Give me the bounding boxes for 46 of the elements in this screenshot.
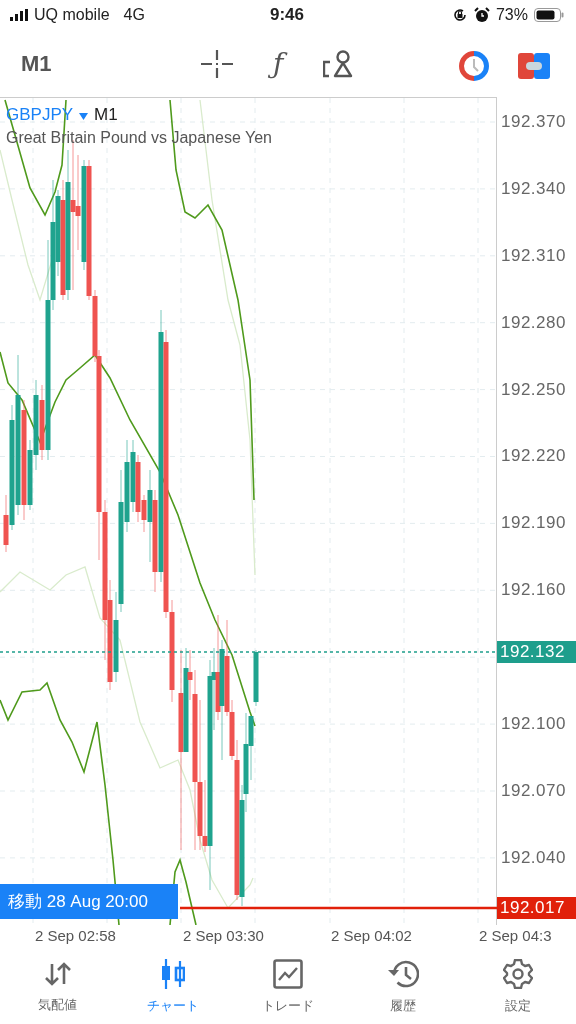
price-label: 192.310 xyxy=(500,245,567,266)
price-label: 192.340 xyxy=(500,178,567,199)
tab[interactable]: 設定 xyxy=(460,950,576,1024)
price-line[interactable] xyxy=(180,906,497,910)
clock-time: 9:46 xyxy=(270,5,304,25)
link-icon[interactable] xyxy=(518,53,550,79)
history-icon xyxy=(387,959,420,989)
price-label: 192.250 xyxy=(500,379,567,400)
price-label: 192.280 xyxy=(500,312,567,333)
time-label: 2 Sep 02:58 xyxy=(35,926,117,946)
carrier-name: UQ mobile xyxy=(34,6,110,24)
alarm-icon xyxy=(473,7,490,23)
tab[interactable]: 気配値 xyxy=(0,950,116,1024)
price-label: 192.190 xyxy=(500,513,567,534)
time-label: 2 Sep 04:02 xyxy=(331,926,413,946)
price-line-label: 192.017 xyxy=(497,897,576,919)
time-label: 2 Sep 03:30 xyxy=(183,926,265,946)
timeframe-button[interactable]: M1 xyxy=(21,50,201,77)
price-label: 192.040 xyxy=(500,847,567,868)
clock-icon[interactable] xyxy=(458,50,490,82)
tab[interactable]: チャート xyxy=(115,950,231,1024)
arrows-icon xyxy=(42,960,73,988)
candlestick xyxy=(253,649,259,707)
shapes-icon[interactable] xyxy=(323,49,354,78)
price-label: 192.100 xyxy=(500,714,567,734)
battery-percent: 73% xyxy=(495,6,528,24)
crosshair-icon[interactable] xyxy=(201,49,233,78)
time-label: 2 Sep 04:3 xyxy=(479,926,552,946)
signal-icon xyxy=(10,9,28,21)
price-label: 192.160 xyxy=(500,580,567,601)
tab[interactable]: トレード xyxy=(230,950,346,1024)
price-label: 192.370 xyxy=(500,112,567,132)
tab[interactable]: 履歴 xyxy=(345,950,461,1024)
chart-timeframe: M1 xyxy=(94,105,118,125)
network-type: 4G xyxy=(123,6,145,24)
rotation-lock-icon xyxy=(451,7,468,23)
settings-icon xyxy=(503,959,534,989)
line-chart-icon xyxy=(273,959,303,989)
dropdown-icon[interactable] xyxy=(79,112,89,120)
bid-price-label: 192.132 xyxy=(497,641,576,663)
price-label: 192.070 xyxy=(500,780,567,801)
navigation-label[interactable]: 移動 28 Aug 20:00 xyxy=(0,884,178,919)
indicators-button[interactable]: ƒ xyxy=(267,43,290,84)
battery-icon xyxy=(534,8,564,22)
candles-icon xyxy=(160,959,185,989)
price-label: 192.220 xyxy=(500,446,567,467)
